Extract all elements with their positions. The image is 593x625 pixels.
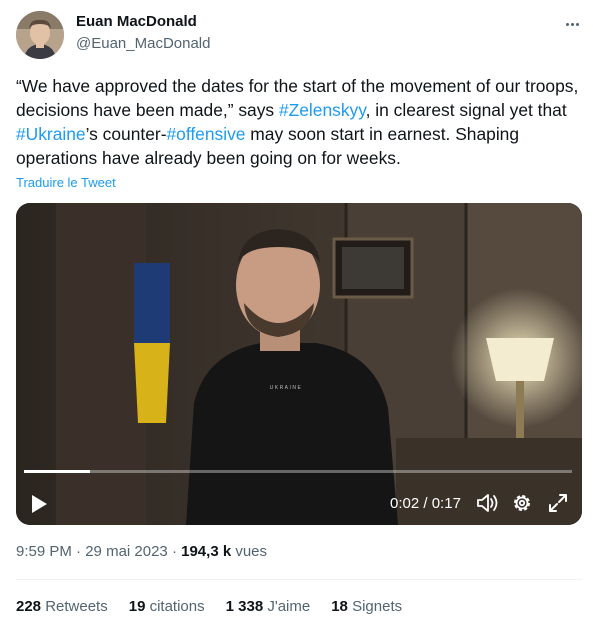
tweet-date[interactable]: 29 mai 2023 xyxy=(85,543,168,560)
author-name[interactable]: Euan MacDonald xyxy=(76,13,197,30)
engagement-stats: 228 Retweets 19 citations 1 338 J'aime 1… xyxy=(16,598,423,615)
bookmarks-count: 18 xyxy=(331,598,348,615)
tweet-text-part: , in clearest signal yet that xyxy=(365,100,567,120)
hashtag-ukraine[interactable]: #Ukraine xyxy=(16,124,86,144)
likes-stat[interactable]: 1 338 J'aime xyxy=(226,598,311,615)
shirt-text: UKRAINE xyxy=(270,385,303,391)
video-progress-fill xyxy=(24,470,90,473)
play-icon[interactable] xyxy=(30,494,48,514)
video-time-separator: / xyxy=(419,495,432,512)
views-count: 194,3 k xyxy=(181,543,232,560)
meta-separator: · xyxy=(71,543,86,560)
quotes-label: citations xyxy=(145,598,205,615)
likes-count: 1 338 xyxy=(225,598,264,615)
video-player[interactable]: UKRAINE 0:02 / 0:17 xyxy=(16,203,582,525)
tweet-text: “We have approved the dates for the star… xyxy=(16,74,582,170)
views-label: vues xyxy=(231,543,268,560)
fullscreen-icon[interactable] xyxy=(548,493,568,513)
video-duration: 0:17 xyxy=(431,495,461,512)
divider xyxy=(16,579,582,580)
bookmarks-stat[interactable]: 18 Signets xyxy=(331,598,402,615)
tweet-text-part: ’s counter- xyxy=(85,124,167,144)
retweets-stat[interactable]: 228 Retweets xyxy=(16,598,108,615)
video-progress-bar[interactable] xyxy=(24,470,572,473)
avatar[interactable] xyxy=(16,11,64,59)
hashtag-offensive[interactable]: #offensive xyxy=(166,124,245,144)
retweets-label: Retweets xyxy=(41,598,108,615)
quotes-count: 19 xyxy=(128,598,146,615)
settings-gear-icon[interactable] xyxy=(511,492,533,514)
tweet-time[interactable]: 9:59 PM xyxy=(16,543,72,560)
video-frame: UKRAINE xyxy=(16,203,582,525)
tweet-meta: 9:59 PM · 29 mai 2023 · 194,3 k vues xyxy=(16,543,267,560)
volume-icon[interactable] xyxy=(476,492,500,514)
more-options-icon[interactable] xyxy=(560,14,584,34)
meta-separator: · xyxy=(167,543,182,560)
bookmarks-label: Signets xyxy=(347,598,403,615)
quotes-stat[interactable]: 19 citations xyxy=(129,598,205,615)
author-handle[interactable]: @Euan_MacDonald xyxy=(76,35,210,52)
translate-link[interactable]: Traduire le Tweet xyxy=(16,175,116,190)
hashtag-zelenskyy[interactable]: #Zelenskyy xyxy=(279,100,366,120)
video-current-time: 0:02 xyxy=(390,495,420,512)
video-time: 0:02 / 0:17 xyxy=(390,495,461,512)
retweets-count: 228 xyxy=(16,598,42,615)
tweet: Euan MacDonald @Euan_MacDonald “We have … xyxy=(0,0,593,625)
likes-label: J'aime xyxy=(263,598,311,615)
